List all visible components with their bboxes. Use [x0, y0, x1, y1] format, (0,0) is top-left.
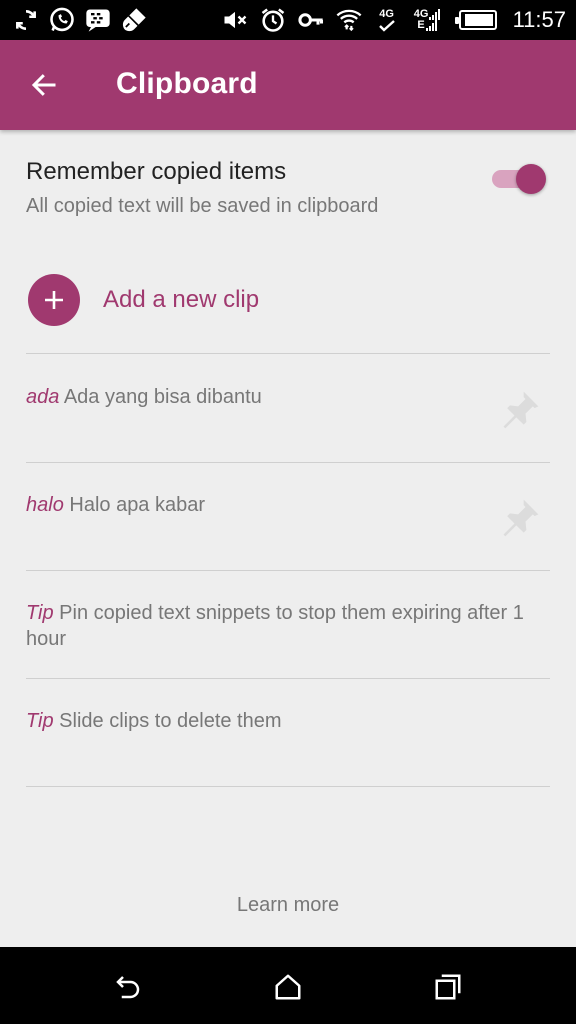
- clip-key: halo: [26, 494, 64, 516]
- signal-indicator: 4G E: [411, 6, 445, 34]
- battery-icon: [454, 10, 497, 30]
- add-icon: [28, 274, 80, 326]
- arrow-back-icon: [31, 74, 56, 96]
- system-icons: 4G 4G E 11:57: [221, 4, 566, 36]
- whatsapp-icon: [48, 6, 76, 34]
- tip-item[interactable]: Tip Pin copied text snippets to stop the…: [26, 570, 550, 678]
- alarm-icon: [259, 6, 287, 34]
- signal-type-label-2: E: [417, 19, 425, 31]
- blackberry-messenger-icon: [84, 6, 112, 34]
- network-4g-indicator: 4G: [373, 6, 401, 34]
- pin-button[interactable]: [498, 388, 542, 432]
- network-type-label: 4G: [379, 7, 394, 20]
- brush-icon: [120, 6, 148, 34]
- home-nav-button[interactable]: [270, 969, 306, 1005]
- clip-text: Tip Slide clips to delete them: [26, 708, 496, 734]
- clock: 11:57: [512, 7, 566, 32]
- divider: [26, 786, 550, 787]
- clip-content: Pin copied text snippets to stop them ex…: [26, 602, 524, 650]
- clip-key: ada: [26, 386, 60, 408]
- sync-icon: [12, 6, 40, 34]
- home-icon: [275, 974, 301, 1000]
- clip-text: ada Ada yang bisa dibantu: [26, 384, 496, 410]
- page-title: Clipboard: [116, 67, 258, 100]
- add-new-clip-button[interactable]: Add a new clip: [28, 274, 548, 328]
- clip-item[interactable]: halo Halo apa kabar: [26, 462, 550, 570]
- screen: 4G 4G E 11:57 Clipboard Remember copied …: [0, 0, 576, 1024]
- clip-key: Tip: [26, 602, 54, 624]
- status-bar: 4G 4G E 11:57: [0, 0, 576, 40]
- clip-content: Halo apa kabar: [69, 494, 206, 516]
- clip-content: Ada yang bisa dibantu: [63, 386, 262, 408]
- learn-more-link[interactable]: Learn more: [0, 894, 576, 917]
- back-nav-button[interactable]: [110, 969, 146, 1005]
- app-bar: Clipboard: [0, 40, 576, 130]
- setting-subtitle: All copied text will be saved in clipboa…: [26, 195, 379, 217]
- clip-item[interactable]: ada Ada yang bisa dibantu: [26, 354, 550, 462]
- setting-title: Remember copied items: [26, 158, 287, 185]
- add-clip-label: Add a new clip: [103, 286, 260, 313]
- pin-icon: [503, 499, 539, 537]
- vpn-key-icon: [297, 6, 325, 34]
- back-nav-icon: [116, 976, 140, 999]
- clip-key: Tip: [26, 710, 54, 732]
- remember-copied-items-setting[interactable]: Remember copied items All copied text wi…: [26, 158, 550, 230]
- back-button[interactable]: [22, 63, 66, 107]
- clip-text: Tip Pin copied text snippets to stop the…: [26, 600, 526, 652]
- mute-icon: [221, 6, 249, 34]
- recent-apps-icon: [435, 974, 461, 1000]
- toggle-thumb: [516, 164, 546, 194]
- clip-text: halo Halo apa kabar: [26, 492, 496, 518]
- navigation-bar: [0, 947, 576, 1024]
- notification-icons: [12, 4, 148, 36]
- pin-icon: [503, 391, 539, 429]
- pin-button[interactable]: [498, 496, 542, 540]
- wifi-icon: [335, 6, 363, 34]
- tip-item[interactable]: Tip Slide clips to delete them: [26, 678, 550, 786]
- recent-apps-button[interactable]: [430, 969, 466, 1005]
- remember-toggle[interactable]: [492, 162, 546, 194]
- clip-content: Slide clips to delete them: [59, 710, 282, 732]
